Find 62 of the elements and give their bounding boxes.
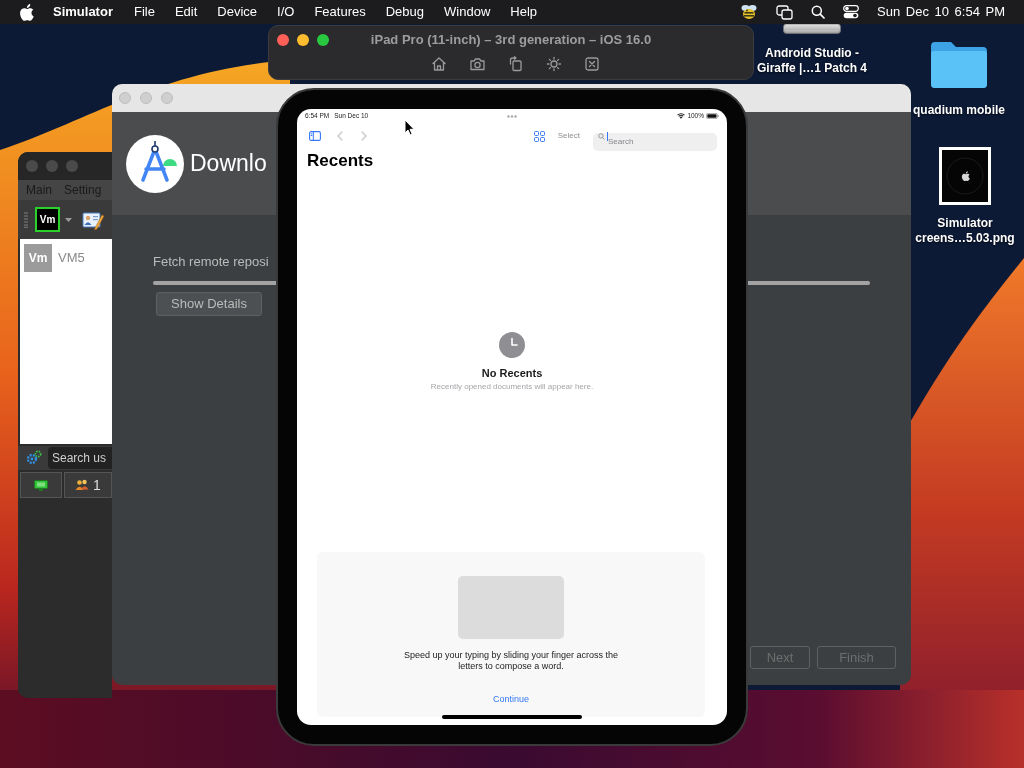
text-caret <box>607 131 608 141</box>
search-icon[interactable] <box>811 5 826 19</box>
bee-icon[interactable] <box>740 4 759 20</box>
menu-item[interactable]: Edit <box>174 2 198 22</box>
caret-icon[interactable] <box>65 217 72 222</box>
zoom-button[interactable] <box>317 33 329 46</box>
app-menu[interactable]: Simulator <box>53 2 113 22</box>
rotate-icon[interactable] <box>507 56 524 72</box>
empty-state-title: No Recents <box>481 367 543 380</box>
task-label: Fetch remote reposi <box>153 254 269 270</box>
grid-icon[interactable] <box>533 130 545 142</box>
tip-message: Speed up your typing by sliding your finger across the letters to compose a word. <box>403 650 619 672</box>
menu-item[interactable]: Device <box>217 2 258 22</box>
vm-list-item[interactable]: Vm VM5 <box>20 244 93 272</box>
file-label[interactable]: quadium mobile <box>913 103 1005 118</box>
search-icon <box>598 132 605 140</box>
show-details-button[interactable]: Show Details <box>156 292 262 316</box>
dialog-heading: Downlo <box>190 149 267 179</box>
card-pencil-icon[interactable] <box>82 209 104 230</box>
file-label[interactable]: Android Studio - Giraffe |…1 Patch 4 <box>756 46 868 76</box>
camera-icon[interactable] <box>468 56 486 72</box>
continue-link[interactable]: Continue <box>493 694 529 704</box>
vm-logo: Vm <box>24 244 52 272</box>
close-button[interactable] <box>277 33 289 46</box>
sidebar-icon[interactable] <box>309 131 321 141</box>
menu-item[interactable]: Help <box>510 2 538 22</box>
menu-item[interactable]: File <box>133 2 155 22</box>
battery-icon <box>706 113 719 119</box>
file-label[interactable]: Simulator creens…5.03.png <box>913 216 1017 246</box>
compass-logo-icon <box>126 134 184 193</box>
menu-item[interactable]: Features <box>314 2 366 22</box>
vm-name: VM5 <box>58 249 85 268</box>
overlapping-windows-icon[interactable] <box>776 4 794 20</box>
cursor-icon <box>404 119 415 136</box>
wifi-icon <box>677 113 686 119</box>
menu-item[interactable]: Window <box>444 2 491 22</box>
home-icon[interactable] <box>430 56 447 72</box>
people-icon <box>75 479 89 491</box>
folder-icon[interactable] <box>929 40 989 90</box>
monitor-icon <box>34 479 48 491</box>
clock-icon <box>499 332 525 358</box>
image-thumbnail-icon[interactable] <box>939 147 991 205</box>
users-tab[interactable]: 1 <box>64 472 112 498</box>
monitor-tab[interactable] <box>20 472 62 498</box>
apple-icon[interactable] <box>20 3 34 21</box>
menu-bar-clock[interactable]: Sun Dec 10 6:54 PM <box>877 2 1005 22</box>
page-title: Recents <box>307 151 374 171</box>
gears-icon[interactable] <box>26 450 42 466</box>
search-field[interactable]: Search us <box>48 447 112 469</box>
empty-state-message: Recently opened documents will appear here. <box>430 382 594 392</box>
search-field[interactable]: Search <box>593 132 717 151</box>
x-square-icon[interactable] <box>583 56 600 72</box>
disk-drive-icon[interactable] <box>783 24 841 34</box>
more-dots-icon[interactable] <box>507 114 517 118</box>
toggle-switches-icon[interactable] <box>843 5 860 19</box>
minimize-button[interactable] <box>297 33 309 46</box>
menu-item[interactable]: I/O <box>277 2 295 22</box>
sun-icon[interactable] <box>545 56 562 72</box>
menu-item[interactable]: Debug <box>385 2 425 22</box>
vm-logo-button[interactable]: Vm <box>35 207 60 232</box>
window-title: iPad Pro (11-inch) – 3rd generation – iOS 16.0 <box>369 30 653 49</box>
grip-icon[interactable] <box>24 211 28 228</box>
